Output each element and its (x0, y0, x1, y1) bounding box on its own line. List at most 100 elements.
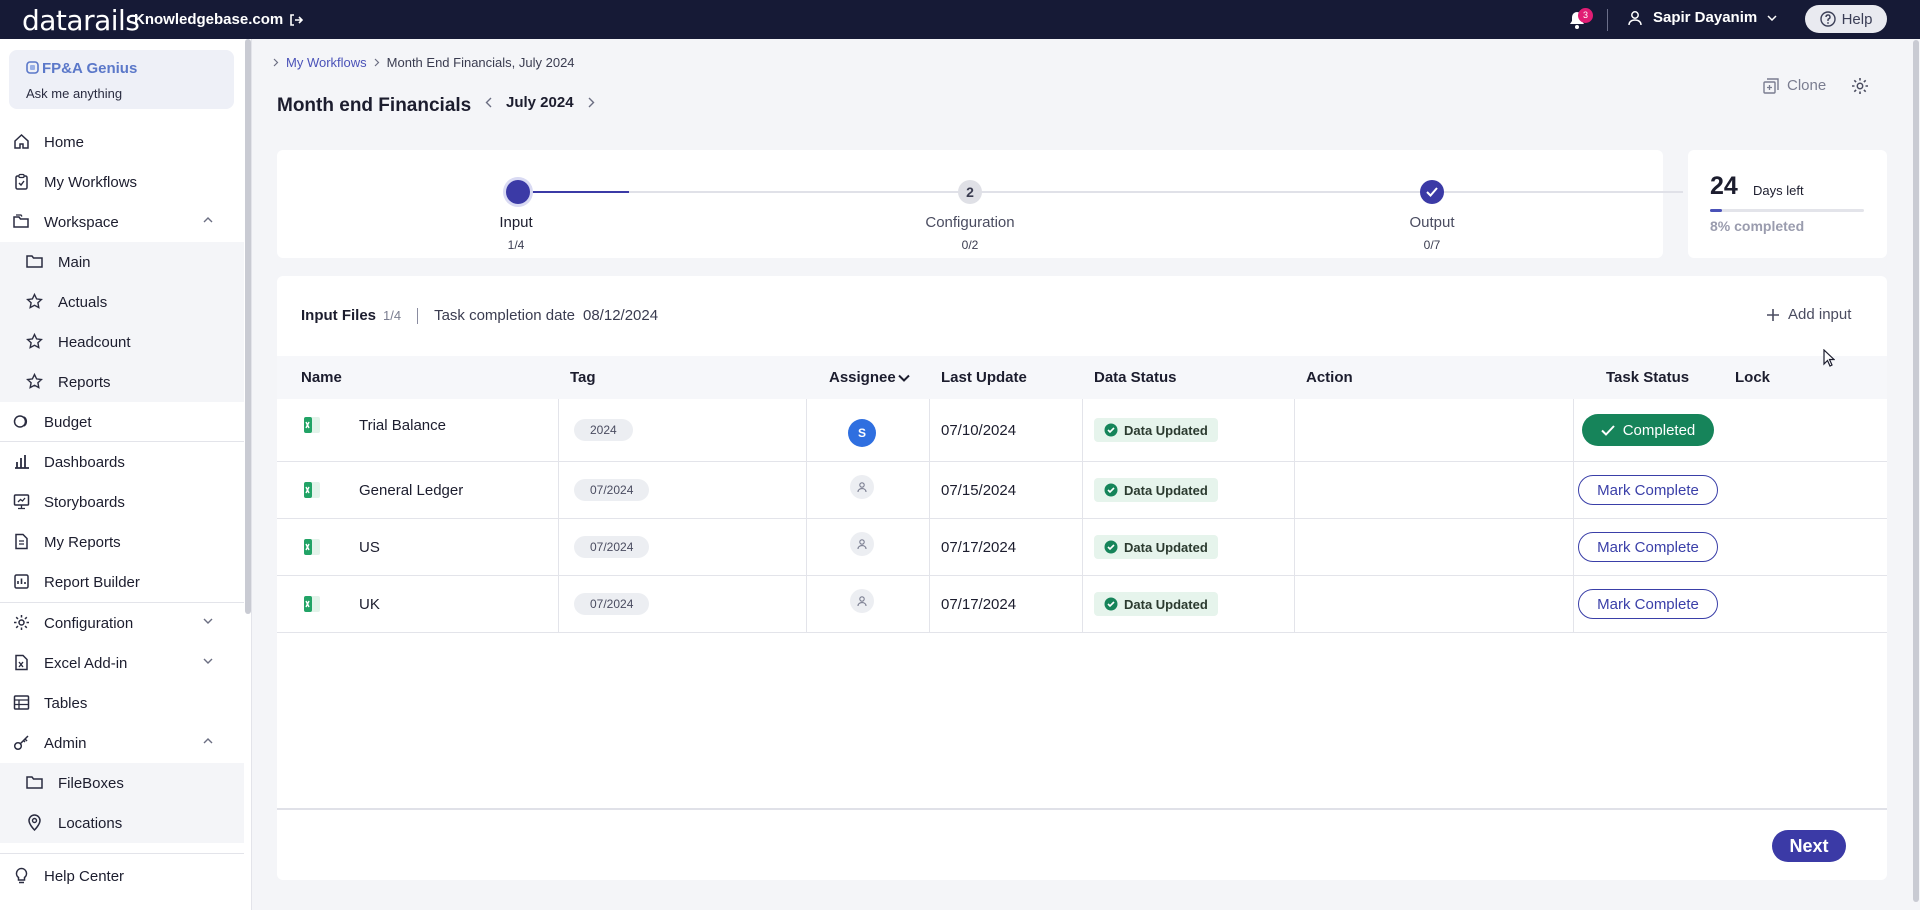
column-header-name[interactable]: Name (301, 369, 342, 386)
nav-budget[interactable]: Budget (0, 402, 244, 442)
nav-actuals[interactable]: Actuals (0, 282, 244, 322)
plus-icon (1766, 308, 1780, 322)
tag-chip[interactable]: 07/2024 (574, 536, 650, 558)
data-status-badge: Data Updated (1094, 592, 1218, 616)
nav-dashboards[interactable]: Dashboards (0, 442, 244, 482)
assignee-cell[interactable] (850, 459, 874, 515)
nav-my-workflows[interactable]: My Workflows (0, 162, 244, 202)
column-header-tag[interactable]: Tag (570, 369, 596, 386)
user-icon (1627, 10, 1643, 26)
nav-tables[interactable]: Tables (0, 683, 244, 723)
step-3-indicator[interactable] (1420, 180, 1444, 204)
nav-label: Report Builder (44, 574, 140, 591)
clipboard-icon (13, 173, 30, 190)
nav-home[interactable]: Home (0, 122, 244, 162)
assignee-cell[interactable] (850, 516, 874, 572)
chevron-down-icon[interactable] (203, 658, 213, 664)
tag-chip-wrap: 07/2024 (574, 576, 650, 632)
nav-reports[interactable]: Reports (0, 362, 244, 402)
tag-chip[interactable]: 07/2024 (574, 593, 650, 615)
column-header-assignee[interactable]: Assignee (829, 369, 910, 386)
nav-locations[interactable]: Locations (0, 803, 244, 843)
column-divider (929, 399, 930, 461)
data-status-badge: Data Updated (1094, 418, 1218, 442)
column-divider (1294, 519, 1295, 575)
report-builder-icon (13, 573, 30, 590)
check-circle-icon (1104, 540, 1118, 554)
column-header-lock[interactable]: Lock (1735, 369, 1770, 386)
column-header-last-update[interactable]: Last Update (941, 369, 1027, 386)
column-divider (1082, 462, 1083, 518)
page-scrollbar-thumb[interactable] (1913, 40, 1919, 902)
breadcrumb-my-workflows[interactable]: My Workflows (286, 55, 367, 70)
last-update-date: 07/10/2024 (941, 421, 1017, 439)
tag-chip[interactable]: 07/2024 (574, 479, 650, 501)
chevron-up-icon[interactable] (203, 738, 213, 744)
tag-chip[interactable]: 2024 (574, 419, 633, 441)
star-icon (26, 333, 43, 350)
table-row[interactable]: UK 07/2024 07/17/2024 Data Updated Mark … (277, 576, 1887, 633)
nav-workspace[interactable]: Workspace (0, 202, 244, 242)
sidebar: FP&A Genius Ask me anything Home My Work… (0, 39, 252, 910)
assignee-cell[interactable]: S (848, 402, 876, 464)
nav-label: Dashboards (44, 454, 125, 471)
next-button[interactable]: Next (1772, 830, 1846, 862)
column-header-data-status[interactable]: Data Status (1094, 369, 1177, 386)
mark-complete-button[interactable]: Mark Complete (1578, 532, 1718, 562)
column-divider (806, 462, 807, 518)
nav-main[interactable]: Main (0, 242, 244, 282)
column-divider (1082, 576, 1083, 632)
column-divider (1294, 576, 1295, 632)
column-divider (1294, 399, 1295, 461)
nav-my-reports[interactable]: My Reports (0, 522, 244, 562)
file-name[interactable]: US (359, 519, 380, 575)
period-selector: July 2024 (485, 94, 595, 111)
chevron-right-icon (273, 58, 279, 67)
nav-admin[interactable]: Admin (0, 723, 244, 763)
assignee-cell[interactable] (850, 573, 874, 629)
add-input-button[interactable]: Add input (1766, 306, 1851, 323)
step-2-indicator[interactable]: 2 (958, 180, 982, 204)
header-divider (417, 307, 419, 324)
step-count: 0/2 (961, 238, 979, 252)
step-1-indicator[interactable] (506, 180, 530, 204)
column-header-task-status[interactable]: Task Status (1606, 369, 1689, 386)
datarails-logo[interactable]: datarails (22, 4, 140, 37)
chevron-up-icon[interactable] (203, 217, 213, 223)
settings-gear-icon[interactable] (1851, 77, 1869, 95)
mark-complete-button[interactable]: Mark Complete (1578, 589, 1718, 619)
file-name[interactable]: UK (359, 576, 380, 632)
column-header-action[interactable]: Action (1306, 369, 1353, 386)
home-icon (13, 133, 30, 150)
nav-help-center[interactable]: Help Center (0, 856, 244, 896)
workspace-switcher[interactable]: Knowledgebase.com (134, 11, 304, 28)
next-period-chevron-right-icon[interactable] (588, 97, 595, 108)
sort-chevron-down-icon[interactable] (897, 374, 910, 382)
completed-button[interactable]: Completed (1582, 414, 1714, 446)
nav-configuration[interactable]: Configuration (0, 603, 244, 643)
help-button[interactable]: Help (1805, 5, 1887, 33)
file-name[interactable]: Trial Balance (359, 394, 446, 456)
clone-button[interactable]: Clone (1763, 77, 1826, 94)
column-divider (558, 576, 559, 632)
prev-period-chevron-left-icon[interactable] (485, 97, 492, 108)
nav-label: Locations (58, 815, 123, 832)
user-menu[interactable]: Sapir Dayanim (1627, 9, 1777, 26)
table-row[interactable]: General Ledger 07/2024 07/15/2024 Data U… (277, 462, 1887, 519)
file-name[interactable]: General Ledger (359, 462, 463, 518)
chevron-down-icon[interactable] (203, 618, 213, 624)
table-row[interactable]: US 07/2024 07/17/2024 Data Updated Mark … (277, 519, 1887, 576)
nav-fileboxes[interactable]: FileBoxes (0, 763, 244, 803)
nav-headcount[interactable]: Headcount (0, 322, 244, 362)
nav-storyboards[interactable]: Storyboards (0, 482, 244, 522)
nav-report-builder[interactable]: Report Builder (0, 562, 244, 602)
nav-excel-add-in[interactable]: Excel Add-in (0, 643, 244, 683)
nav-label: Configuration (44, 615, 134, 632)
sidebar-scrollbar[interactable] (245, 39, 251, 614)
key-icon (13, 734, 30, 751)
folder-icon (26, 774, 43, 790)
table-row[interactable]: Trial Balance 2024 S 07/10/2024 Data Upd… (277, 399, 1887, 462)
last-update-date: 07/17/2024 (941, 538, 1017, 556)
workspace-name: Knowledgebase.com (134, 11, 284, 28)
mark-complete-button[interactable]: Mark Complete (1578, 475, 1718, 505)
